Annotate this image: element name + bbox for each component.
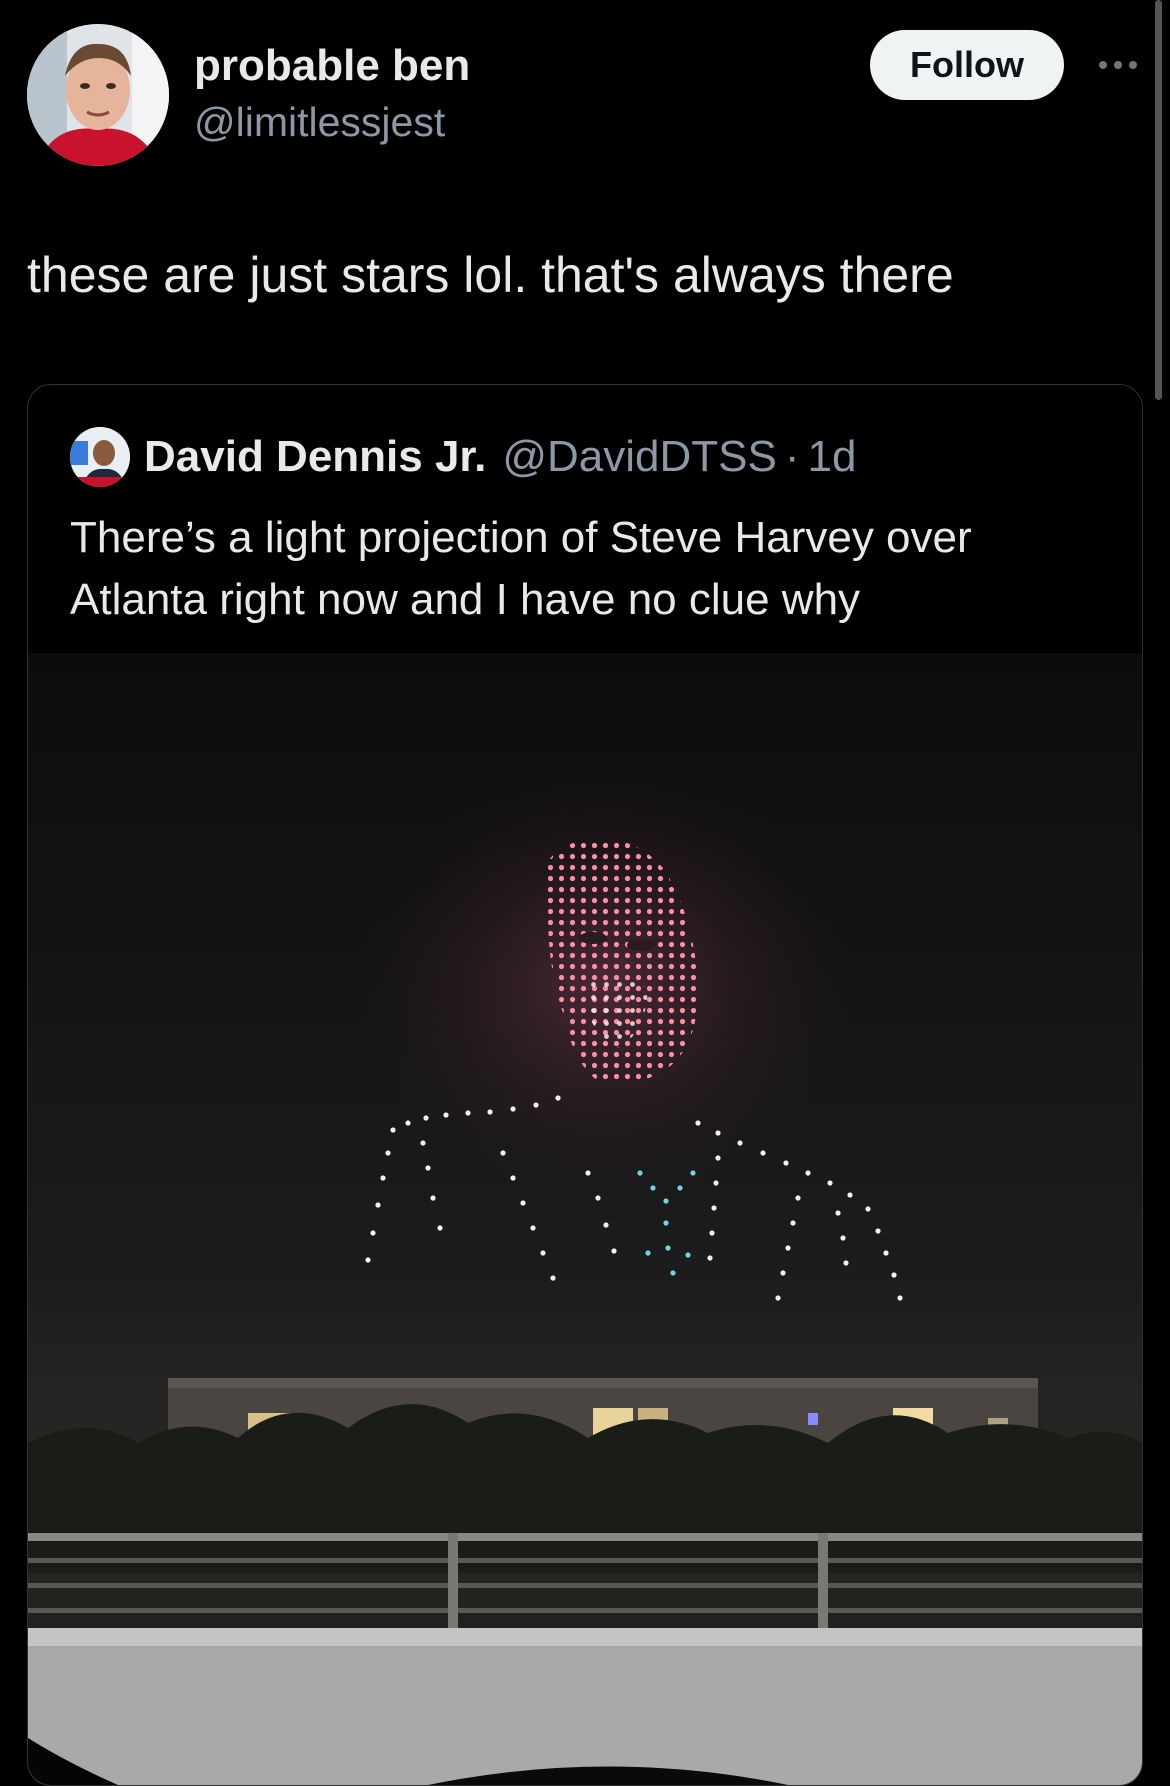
scrollbar[interactable] [1155, 0, 1162, 400]
quoted-timestamp[interactable]: 1d [808, 432, 857, 482]
separator-dot: · [784, 432, 800, 481]
tweet-text: these are just stars lol. that's always … [27, 247, 954, 303]
tweet-header: probable ben @limitlessjest Follow [0, 0, 1170, 190]
quoted-handle[interactable]: @DavidDTSS [502, 432, 777, 482]
quoted-tweet-header: David Dennis Jr. @DavidDTSS · 1d [70, 427, 856, 487]
author-display-name[interactable]: probable ben [194, 38, 470, 94]
quoted-tweet[interactable]: David Dennis Jr. @DavidDTSS · 1d There’s… [27, 384, 1143, 1786]
quoted-tweet-text: There’s a light projection of Steve Harv… [70, 513, 972, 624]
author-avatar[interactable] [27, 24, 169, 166]
author-handle[interactable]: @limitlessjest [194, 94, 470, 150]
author-names: probable ben @limitlessjest [194, 38, 470, 150]
quoted-author-avatar[interactable] [70, 427, 130, 487]
quoted-display-name[interactable]: David Dennis Jr. [144, 432, 486, 482]
more-horizontal-icon[interactable] [1093, 45, 1143, 85]
quoted-tweet-photo[interactable] [28, 653, 1142, 1785]
follow-button[interactable]: Follow [870, 30, 1064, 100]
